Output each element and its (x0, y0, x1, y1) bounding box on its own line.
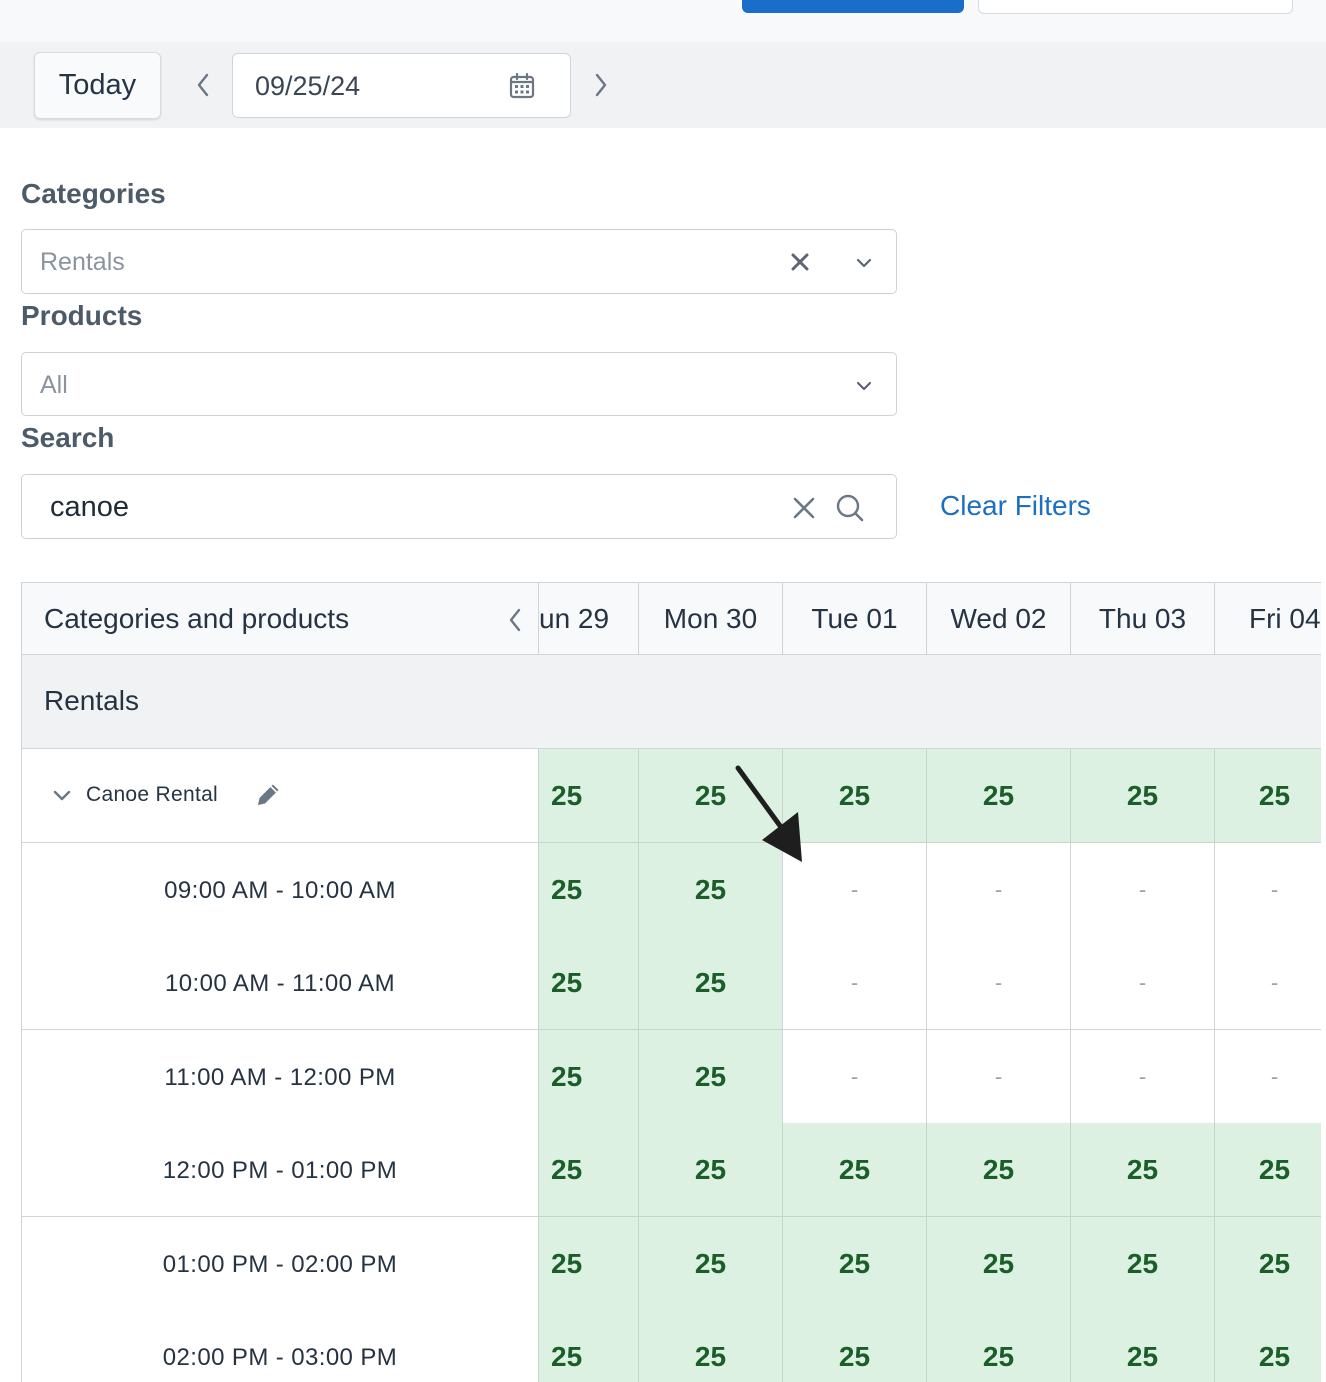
grid-header-label-cell: Categories and products (22, 583, 538, 655)
availability-cell[interactable]: 25 (538, 1123, 638, 1217)
time-slot-row[interactable]: 11:00 AM - 12:00 PM (22, 1030, 538, 1124)
clear-icon[interactable] (788, 250, 812, 274)
pencil-icon[interactable] (252, 779, 284, 811)
product-name: Canoe Rental (86, 783, 219, 806)
clear-filters-link[interactable]: Clear Filters (940, 490, 1091, 522)
time-slot-row[interactable]: 10:00 AM - 11:00 AM (22, 936, 538, 1030)
date-picker-input[interactable]: 09/25/24 (232, 53, 571, 118)
availability-cell[interactable]: 25 (1214, 749, 1321, 843)
availability-cell[interactable]: - (1214, 1030, 1321, 1124)
secondary-action-button[interactable] (978, 0, 1293, 14)
availability-cell[interactable]: 25 (538, 936, 638, 1030)
categories-label: Categories (21, 178, 166, 209)
availability-cell[interactable]: 25 (1070, 749, 1214, 843)
categories-select[interactable]: Rentals (21, 229, 897, 294)
availability-cell[interactable]: 25 (782, 1310, 926, 1382)
day-header[interactable]: Thu 03 (1070, 583, 1214, 655)
availability-cell[interactable]: 25 (538, 1030, 638, 1124)
date-toolbar: Today 09/25/24 (0, 42, 1326, 128)
availability-cell[interactable]: 25 (782, 1217, 926, 1311)
availability-cell[interactable]: 25 (638, 1030, 782, 1124)
availability-cell[interactable]: - (1070, 843, 1214, 937)
availability-cell[interactable]: - (1070, 1030, 1214, 1124)
availability-cell[interactable]: - (1070, 936, 1214, 1030)
products-value: All (40, 371, 68, 399)
availability-cell[interactable]: 25 (1070, 1217, 1214, 1311)
availability-cell[interactable]: - (926, 936, 1070, 1030)
category-label: Rentals (44, 685, 139, 716)
grid-header-label: Categories and products (44, 603, 350, 634)
time-slot-label: 10:00 AM - 11:00 AM (165, 970, 395, 997)
availability-cell[interactable]: 25 (538, 1217, 638, 1311)
availability-cell[interactable]: - (782, 936, 926, 1030)
day-header[interactable]: Tue 01 (782, 583, 926, 655)
time-slot-row[interactable]: 09:00 AM - 10:00 AM (22, 843, 538, 937)
availability-cell[interactable]: 25 (1214, 1310, 1321, 1382)
availability-cell[interactable]: 25 (1070, 1123, 1214, 1217)
category-row[interactable]: Rentals (22, 655, 1321, 749)
clear-search-icon[interactable] (790, 494, 818, 522)
search-input[interactable]: canoe (21, 474, 897, 539)
availability-cell[interactable]: 25 (638, 1217, 782, 1311)
time-slot-label: 09:00 AM - 10:00 AM (164, 877, 396, 904)
search-label: Search (21, 422, 115, 453)
availability-cell[interactable]: 25 (926, 749, 1070, 843)
time-slot-label: 11:00 AM - 12:00 PM (164, 1064, 396, 1091)
day-header[interactable]: Mon 30 (638, 583, 782, 655)
previous-date-button[interactable] (188, 64, 218, 106)
date-value: 09/25/24 (255, 71, 361, 101)
availability-cell[interactable]: - (926, 843, 1070, 937)
calendar-icon[interactable] (508, 72, 536, 100)
availability-cell[interactable]: - (782, 1030, 926, 1124)
availability-cell[interactable]: 25 (926, 1217, 1070, 1311)
availability-grid: Categories and products Rentals un 29 Mon… (21, 582, 1321, 1382)
time-slot-label: 12:00 PM - 01:00 PM (162, 1157, 398, 1184)
time-slot-row[interactable]: 01:00 PM - 02:00 PM (22, 1217, 538, 1311)
availability-cell[interactable]: 25 (1070, 1310, 1214, 1382)
time-slot-label: 01:00 PM - 02:00 PM (162, 1251, 398, 1278)
availability-cell[interactable]: 25 (538, 1310, 638, 1382)
products-select[interactable]: All (21, 352, 897, 416)
availability-cell[interactable]: 25 (638, 1123, 782, 1217)
chevron-left-icon (197, 73, 209, 97)
search-value: canoe (50, 491, 130, 523)
availability-cell[interactable]: 25 (782, 1123, 926, 1217)
availability-cell[interactable]: 25 (638, 1310, 782, 1382)
products-label: Products (21, 300, 143, 331)
availability-cell[interactable]: 25 (926, 1123, 1070, 1217)
availability-cell[interactable]: - (1214, 936, 1321, 1030)
primary-action-button[interactable] (742, 0, 964, 13)
availability-cell[interactable]: 25 (538, 749, 638, 843)
day-header[interactable]: un 29 (538, 583, 638, 655)
chevron-down-icon[interactable] (52, 789, 72, 803)
availability-cell[interactable]: 25 (538, 843, 638, 937)
chevron-down-icon[interactable] (852, 252, 876, 274)
day-header[interactable]: Wed 02 (926, 583, 1070, 655)
time-slot-row[interactable]: 12:00 PM - 01:00 PM (22, 1123, 538, 1217)
chevron-left-icon[interactable] (504, 605, 526, 635)
time-slot-label: 02:00 PM - 03:00 PM (162, 1344, 398, 1371)
chevron-down-icon[interactable] (852, 375, 876, 397)
product-row[interactable]: Canoe Rental (22, 749, 538, 843)
next-date-button[interactable] (586, 64, 616, 106)
time-slot-row[interactable]: 02:00 PM - 03:00 PM (22, 1310, 538, 1382)
availability-cell[interactable]: - (926, 1030, 1070, 1124)
categories-value: Rentals (40, 248, 125, 276)
chevron-right-icon (595, 73, 607, 97)
availability-cell[interactable]: 25 (638, 936, 782, 1030)
availability-cell[interactable]: 25 (1214, 1217, 1321, 1311)
availability-cell[interactable]: 25 (926, 1310, 1070, 1382)
top-bar (0, 0, 1326, 42)
day-header[interactable]: Fri 04 (1214, 583, 1321, 655)
search-icon[interactable] (834, 492, 866, 524)
availability-cell[interactable]: 25 (1214, 1123, 1321, 1217)
annotation-arrow-icon (735, 765, 802, 862)
today-button[interactable]: Today (34, 52, 161, 119)
availability-cell[interactable]: - (1214, 843, 1321, 937)
